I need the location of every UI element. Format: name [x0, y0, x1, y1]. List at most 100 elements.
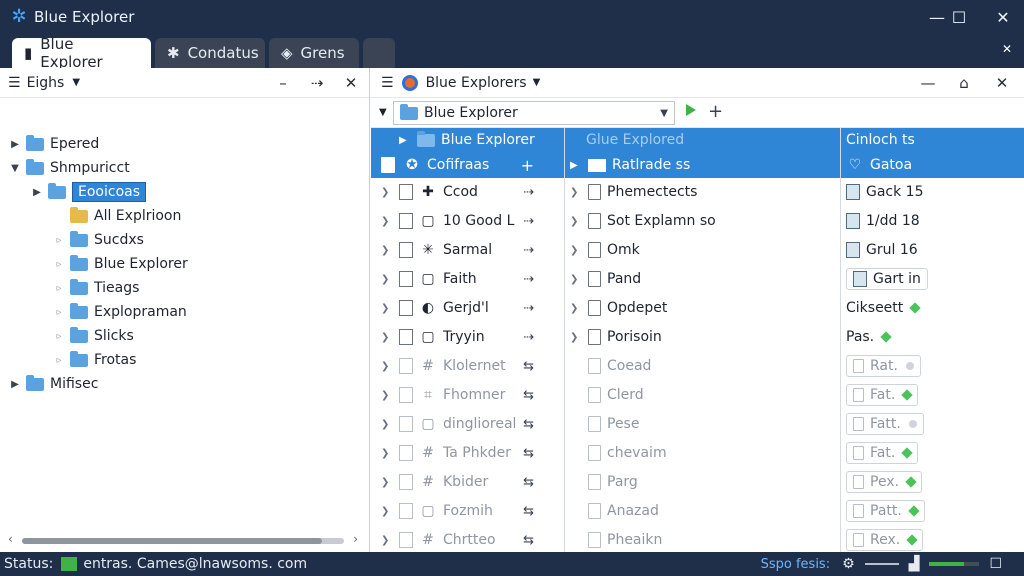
action-arrow-icon[interactable]: ⇢ [523, 301, 534, 316]
action-arrow-icon[interactable]: ⇆ [523, 475, 534, 490]
row-checkbox[interactable] [399, 242, 413, 258]
layout-icon[interactable]: ▟ [909, 556, 920, 572]
chevron-right-icon[interactable]: ❯ [570, 332, 584, 343]
view-toggle-icon[interactable]: ☐ [989, 556, 1002, 572]
chevron-down-icon[interactable]: ▼ [72, 77, 80, 88]
chevron-right-icon[interactable]: ❯ [381, 535, 395, 546]
row-checkbox[interactable] [399, 387, 413, 403]
row-checkbox[interactable] [399, 532, 413, 548]
row-checkbox[interactable] [399, 184, 413, 200]
row-checkbox[interactable] [399, 329, 413, 345]
zoom-slider[interactable] [864, 563, 899, 565]
action-arrow-icon[interactable]: ⇢ [523, 214, 534, 229]
tree-item[interactable]: ▹ Blue Explorer [0, 252, 370, 276]
tree-item[interactable]: ▶ Mifisec [0, 372, 370, 396]
row-checkbox[interactable] [399, 358, 413, 374]
settings-icon[interactable]: ⚙ [842, 556, 855, 572]
chevron-right-icon[interactable]: ❯ [570, 274, 584, 285]
chevron-right-icon[interactable]: ❯ [381, 274, 395, 285]
expand-icon[interactable]: ▶ [570, 160, 584, 171]
tree-item[interactable]: All Explrioon [0, 204, 370, 228]
close-pane-button[interactable]: ✕ [991, 72, 1013, 94]
tree-item[interactable]: ▹ Frotas [0, 348, 370, 372]
table-row[interactable]: ❯ ▢ 10 Good L ⇢ ❯ Sot Explamn so 1/dd 18 [371, 207, 1024, 235]
scroll-thumb[interactable] [22, 538, 322, 544]
collapse-button[interactable]: – [272, 72, 294, 94]
collapse-button[interactable]: — [917, 72, 939, 94]
chevron-right-icon[interactable]: ❯ [570, 245, 584, 256]
chevron-right-icon[interactable]: ▹ [52, 235, 66, 246]
chevron-right-icon[interactable]: ❯ [570, 216, 584, 227]
column-divider[interactable] [840, 128, 841, 552]
status-badge[interactable]: Patt. [846, 500, 925, 522]
row-checkbox[interactable] [399, 474, 413, 490]
chevron-right-icon[interactable]: ❯ [381, 361, 395, 372]
status-badge[interactable]: Pex. [846, 471, 923, 493]
tab-blue-explorer[interactable]: ▮ Blue Explorer [12, 35, 151, 71]
action-arrow-icon[interactable]: ⇢ [523, 330, 534, 345]
close-window-button[interactable]: ✕ [980, 0, 1024, 34]
tree-item[interactable]: ▶ Eooicoas [0, 180, 370, 204]
table-row[interactable]: ❯ ✚ Ccod ⇢ ❯ Phemectects Gack 15 [371, 178, 1024, 206]
action-arrow-icon[interactable]: ⇢ [523, 272, 534, 287]
status-badge[interactable]: Fat. [846, 384, 919, 406]
scroll-left-icon[interactable]: ‹ [8, 532, 13, 546]
maximize-button[interactable]: ☐ [936, 0, 982, 34]
horizontal-scrollbar[interactable]: ‹ › [8, 532, 358, 548]
table-row[interactable]: ❯ ▢ Tryyin ⇢ ❯ Porisoin Pas. [371, 323, 1024, 351]
chevron-right-icon[interactable]: ❯ [381, 506, 395, 517]
column-header-1[interactable]: ▶ Blue Explorer [371, 128, 564, 152]
chevron-right-icon[interactable]: ❯ [381, 477, 395, 488]
chevron-right-icon[interactable]: ❯ [381, 245, 395, 256]
chevron-right-icon[interactable]: ❯ [381, 332, 395, 343]
table-row[interactable]: ❯ # Kbider ⇆ Parg Pex. [371, 468, 1024, 496]
chevron-right-icon[interactable]: ❯ [381, 216, 395, 227]
chevron-right-icon[interactable]: ❯ [381, 448, 395, 459]
chevron-right-icon[interactable]: ▹ [52, 259, 66, 270]
chevron-right-icon[interactable]: ▹ [52, 283, 66, 294]
status-badge[interactable]: Fatt. [846, 413, 924, 435]
expand-icon[interactable]: ▼ [379, 107, 387, 118]
chevron-right-icon[interactable]: ▹ [52, 307, 66, 318]
table-row-selected[interactable]: ✪ Cofifraas + ▶ Ratlrade ss ♡ Gatoa [371, 152, 1024, 178]
tree-item[interactable]: ▶ Epered [0, 132, 370, 156]
action-arrow-icon[interactable]: ⇆ [523, 533, 534, 548]
table-row[interactable]: ❯ # Ta Phkder ⇆ chevaim Fat. [371, 439, 1024, 467]
close-pane-button[interactable]: ✕ [340, 72, 362, 94]
tab-grens[interactable]: ◈ Grens [269, 38, 359, 68]
status-badge[interactable]: Fat. [846, 442, 919, 464]
table-row[interactable]: ❯ ✳ Sarmal ⇢ ❯ Omk Grul 16 [371, 236, 1024, 264]
action-arrow-icon[interactable]: ⇆ [523, 359, 534, 374]
table-row[interactable]: ❯ # Klolernet ⇆ Coead Rat. [371, 352, 1024, 380]
menu-icon[interactable]: ☰ [8, 75, 21, 91]
add-icon[interactable]: + [708, 101, 723, 122]
scroll-right-icon[interactable]: › [353, 532, 358, 546]
table-row[interactable]: ❯ ▢ Fozmih ⇆ Anazad Patt. [371, 497, 1024, 525]
tree-item[interactable]: ▹ Explopraman [0, 300, 370, 324]
expand-icon[interactable]: ▶ [399, 135, 413, 146]
chevron-right-icon[interactable]: ❯ [381, 187, 395, 198]
chevron-right-icon[interactable]: ❯ [381, 419, 395, 430]
chevron-right-icon[interactable]: ▶ [8, 379, 22, 390]
menu-icon[interactable]: ☰ [381, 75, 394, 91]
tree-item[interactable]: ▹ Sucdxs [0, 228, 370, 252]
column-header-3[interactable]: Cinloch ts [840, 128, 1024, 152]
chevron-down-icon[interactable]: ▼ [660, 108, 668, 119]
chevron-right-icon[interactable]: ▶ [8, 139, 22, 150]
chevron-right-icon[interactable]: ▹ [52, 355, 66, 366]
table-row[interactable]: ❯ ◐ Gerjd'l ⇢ ❯ Opdepet Cikseett [371, 294, 1024, 322]
chevron-down-icon[interactable]: ▼ [8, 163, 22, 174]
row-checkbox[interactable] [399, 300, 413, 316]
row-checkbox[interactable] [399, 416, 413, 432]
status-badge[interactable]: Rex. [846, 529, 924, 551]
row-checkbox[interactable] [399, 503, 413, 519]
chevron-right-icon[interactable]: ▶ [30, 187, 44, 198]
chevron-right-icon[interactable]: ❯ [570, 303, 584, 314]
action-arrow-icon[interactable]: ⇆ [523, 388, 534, 403]
table-row[interactable]: ❯ # Chrtteo ⇆ Pheaikn Rex. [371, 526, 1024, 552]
tree-item[interactable]: ▹ Tieags [0, 276, 370, 300]
table-row[interactable]: ❯ ⌗ Fhomner ⇆ Clerd Fat. [371, 381, 1024, 409]
close-tab-icon[interactable]: ✕ [1002, 42, 1012, 56]
add-icon[interactable]: + [521, 156, 534, 175]
tab-condatus[interactable]: ✱ Condatus [155, 38, 265, 68]
